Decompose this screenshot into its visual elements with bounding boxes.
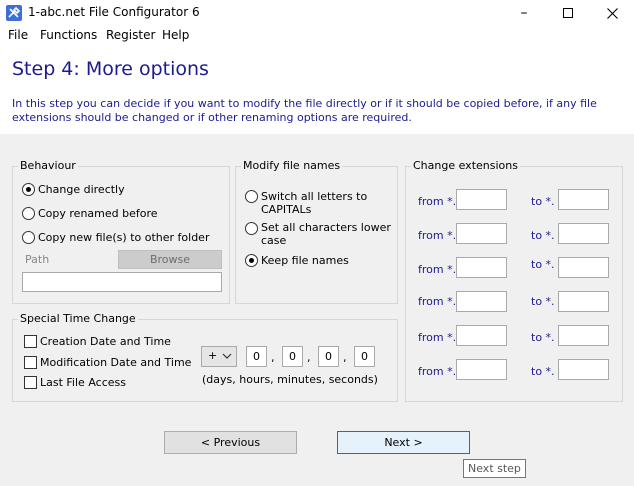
browse-button[interactable]: Browse <box>118 250 222 269</box>
modify-file-names-title: Modify file names <box>241 159 343 172</box>
behaviour-title: Behaviour <box>18 159 78 172</box>
to-extension-input[interactable] <box>558 325 609 346</box>
to-extension-input[interactable] <box>558 359 609 380</box>
last-file-access-label[interactable]: Last File Access <box>40 376 126 389</box>
capitals-radio[interactable] <box>245 190 258 203</box>
path-input[interactable] <box>22 272 222 292</box>
seconds-input[interactable]: 0 <box>354 346 375 367</box>
menu-functions[interactable]: Functions <box>40 28 97 42</box>
copy-new-files-radio[interactable] <box>22 231 35 244</box>
capitals-label[interactable]: Switch all letters to CAPITALs <box>261 190 391 216</box>
window-title: 1-abc.net File Configurator 6 <box>28 5 200 19</box>
next-step-tooltip: Next step <box>463 459 526 478</box>
minutes-input[interactable]: 0 <box>318 346 339 367</box>
special-time-change-title: Special Time Change <box>18 312 138 325</box>
keep-file-names-label[interactable]: Keep file names <box>261 254 349 267</box>
from-label: from *. <box>418 195 457 208</box>
to-extension-input[interactable] <box>558 257 609 278</box>
app-icon <box>6 5 22 21</box>
from-extension-input[interactable] <box>456 359 507 380</box>
menu-file[interactable]: File <box>8 28 28 42</box>
to-label: to *. <box>531 365 555 378</box>
to-label: to *. <box>531 295 555 308</box>
from-extension-input[interactable] <box>456 291 507 312</box>
from-label: from *. <box>418 263 457 276</box>
step-description: In this step you can decide if you want … <box>12 97 597 124</box>
page-title: Step 4: More options <box>12 58 209 80</box>
menu-help[interactable]: Help <box>162 28 189 42</box>
creation-date-checkbox[interactable] <box>24 335 37 348</box>
from-label: from *. <box>418 331 457 344</box>
modification-date-label[interactable]: Modification Date and Time <box>40 356 191 369</box>
close-icon[interactable] <box>590 0 634 26</box>
copy-renamed-radio[interactable] <box>22 207 35 220</box>
from-extension-input[interactable] <box>456 189 507 210</box>
menu-register[interactable]: Register <box>106 28 155 42</box>
to-label: to *. <box>531 258 555 271</box>
last-file-access-checkbox[interactable] <box>24 376 37 389</box>
maximize-icon[interactable] <box>546 0 590 26</box>
to-label: to *. <box>531 331 555 344</box>
separator-comma: , <box>343 351 347 364</box>
from-extension-input[interactable] <box>456 223 507 244</box>
hours-input[interactable]: 0 <box>282 346 303 367</box>
previous-button[interactable]: < Previous <box>164 431 297 454</box>
from-label: from *. <box>418 295 457 308</box>
copy-renamed-label[interactable]: Copy renamed before <box>38 207 158 220</box>
change-directly-radio[interactable] <box>22 183 35 196</box>
sign-select[interactable]: + <box>201 346 237 367</box>
lowercase-label[interactable]: Set all characters lower case <box>261 221 391 247</box>
to-label: to *. <box>531 195 555 208</box>
modification-date-checkbox[interactable] <box>24 356 37 369</box>
days-input[interactable]: 0 <box>246 346 267 367</box>
separator-comma: , <box>271 351 275 364</box>
creation-date-label[interactable]: Creation Date and Time <box>40 335 171 348</box>
to-extension-input[interactable] <box>558 291 609 312</box>
change-directly-label[interactable]: Change directly <box>38 183 125 196</box>
from-label: from *. <box>418 229 457 242</box>
path-label: Path <box>25 253 50 266</box>
change-extensions-title: Change extensions <box>411 159 520 172</box>
to-extension-input[interactable] <box>558 189 609 210</box>
copy-new-files-label[interactable]: Copy new file(s) to other folder <box>38 231 209 244</box>
to-extension-input[interactable] <box>558 223 609 244</box>
separator-comma: , <box>307 351 311 364</box>
to-label: to *. <box>531 229 555 242</box>
next-button[interactable]: Next > <box>337 431 470 454</box>
sign-value: + <box>208 349 218 362</box>
from-extension-input[interactable] <box>456 257 507 278</box>
keep-file-names-radio[interactable] <box>245 254 258 267</box>
from-extension-input[interactable] <box>456 325 507 346</box>
chevron-down-icon <box>222 348 232 367</box>
minimize-icon[interactable]: – <box>502 0 546 26</box>
lowercase-radio[interactable] <box>245 222 258 235</box>
time-units-label: (days, hours, minutes, seconds) <box>202 373 378 386</box>
from-label: from *. <box>418 365 457 378</box>
